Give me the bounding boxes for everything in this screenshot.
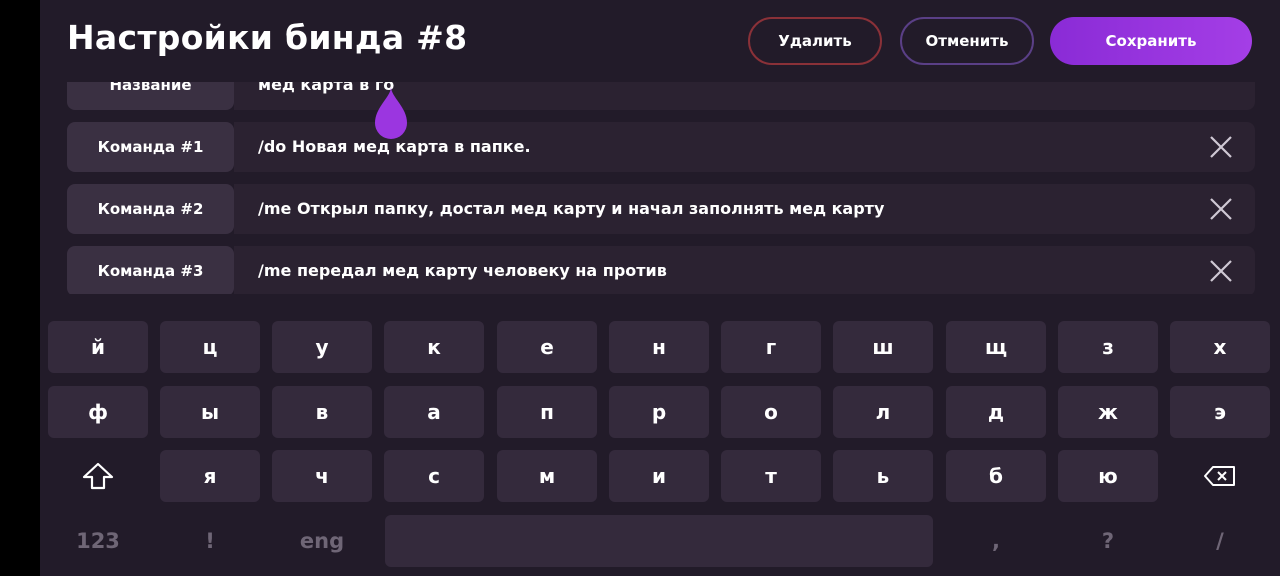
key-3-9[interactable]: ю <box>1058 450 1158 502</box>
key-2-1[interactable]: ф <box>48 386 148 438</box>
language-key[interactable]: eng <box>272 515 372 567</box>
cancel-button[interactable]: Отменить <box>900 17 1034 65</box>
name-row: Название мед карта в го <box>67 82 1255 110</box>
key-1-11[interactable]: х <box>1170 321 1270 373</box>
key-2-11[interactable]: э <box>1170 386 1270 438</box>
shift-key[interactable] <box>48 450 148 502</box>
key-1-9[interactable]: щ <box>946 321 1046 373</box>
key-2-3[interactable]: в <box>272 386 372 438</box>
bind-settings-screen: Настройки бинда #8 Удалить Отменить Сохр… <box>40 0 1280 576</box>
key-1-10[interactable]: з <box>1058 321 1158 373</box>
key-1-8[interactable]: ш <box>833 321 933 373</box>
key-3-6[interactable]: т <box>721 450 821 502</box>
key-3-3[interactable]: с <box>384 450 484 502</box>
command-row-3: Команда #3 /me передал мед карту человек… <box>67 246 1255 294</box>
key-1-2[interactable]: ц <box>160 321 260 373</box>
name-label: Название <box>67 82 234 110</box>
command-row-1: Команда #1 /do Новая мед карта в папке. <box>67 122 1255 172</box>
close-icon[interactable] <box>1209 197 1233 221</box>
command-2-label: Команда #2 <box>67 184 234 234</box>
exclamation-key[interactable]: ! <box>160 515 260 567</box>
key-2-9[interactable]: д <box>946 386 1046 438</box>
backspace-key[interactable] <box>1170 450 1270 502</box>
key-2-5[interactable]: п <box>497 386 597 438</box>
command-row-2: Команда #2 /me Открыл папку, достал мед … <box>67 184 1255 234</box>
close-icon[interactable] <box>1209 259 1233 283</box>
bind-fields-list[interactable]: Название мед карта в го Команда #1 /do Н… <box>40 82 1280 294</box>
command-3-input[interactable]: /me передал мед карту человеку на против <box>234 246 1255 294</box>
command-3-value: /me передал мед карту человеку на против <box>258 261 667 280</box>
key-1-5[interactable]: е <box>497 321 597 373</box>
key-2-2[interactable]: ы <box>160 386 260 438</box>
key-1-7[interactable]: г <box>721 321 821 373</box>
command-3-label: Команда #3 <box>67 246 234 294</box>
header: Настройки бинда #8 Удалить Отменить Сохр… <box>40 0 1280 82</box>
key-2-6[interactable]: р <box>609 386 709 438</box>
key-3-1[interactable]: я <box>160 450 260 502</box>
page-title: Настройки бинда #8 <box>67 18 468 57</box>
key-2-4[interactable]: а <box>384 386 484 438</box>
key-3-8[interactable]: б <box>946 450 1046 502</box>
comma-key[interactable]: , <box>946 515 1046 567</box>
question-key[interactable]: ? <box>1058 515 1158 567</box>
key-3-2[interactable]: ч <box>272 450 372 502</box>
key-2-7[interactable]: о <box>721 386 821 438</box>
numbers-key[interactable]: 123 <box>48 515 148 567</box>
command-2-value: /me Открыл папку, достал мед карту и нач… <box>258 199 885 218</box>
key-2-10[interactable]: ж <box>1058 386 1158 438</box>
close-icon[interactable] <box>1209 135 1233 159</box>
key-3-4[interactable]: м <box>497 450 597 502</box>
save-button[interactable]: Сохранить <box>1050 17 1252 65</box>
shift-icon <box>82 462 114 490</box>
space-key[interactable] <box>385 515 933 567</box>
key-1-4[interactable]: к <box>384 321 484 373</box>
command-1-label: Команда #1 <box>67 122 234 172</box>
screen-left-edge <box>0 0 40 576</box>
command-2-input[interactable]: /me Открыл папку, достал мед карту и нач… <box>234 184 1255 234</box>
key-1-6[interactable]: н <box>609 321 709 373</box>
key-2-8[interactable]: л <box>833 386 933 438</box>
key-3-7[interactable]: ь <box>833 450 933 502</box>
slash-key[interactable]: / <box>1170 515 1270 567</box>
delete-button[interactable]: Удалить <box>748 17 882 65</box>
key-3-5[interactable]: и <box>609 450 709 502</box>
key-1-1[interactable]: й <box>48 321 148 373</box>
text-cursor-handle-icon[interactable] <box>373 85 409 141</box>
backspace-icon <box>1204 466 1235 486</box>
key-1-3[interactable]: у <box>272 321 372 373</box>
on-screen-keyboard: й ц у к е н г ш щ з х ф ы в а п р о л д … <box>40 294 1280 576</box>
